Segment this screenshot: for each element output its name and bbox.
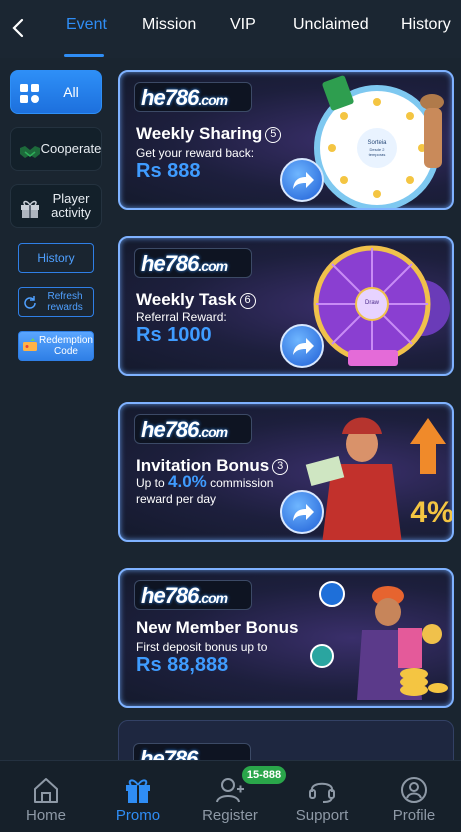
- brand-logo: he786.com: [134, 248, 252, 278]
- go-arrow-button[interactable]: [280, 158, 324, 202]
- draw-label: Draw: [365, 300, 380, 306]
- art-percent-text: 4%: [410, 496, 452, 529]
- refresh-rewards-label: Refresh rewards: [47, 291, 83, 313]
- promo-title-text: Weekly Task: [136, 290, 237, 309]
- promo-amount: Rs 88,888: [136, 654, 229, 676]
- tab-history[interactable]: History: [401, 16, 451, 34]
- share-arrow-icon: [293, 172, 314, 189]
- nav-profile[interactable]: Profile: [368, 761, 460, 832]
- nav-label: Support: [295, 807, 349, 824]
- brand-name: he786: [141, 85, 199, 110]
- register-bonus-badge: 15-888: [242, 766, 286, 784]
- gift-icon: [126, 779, 150, 803]
- promo-amount: Rs 1000: [136, 324, 212, 346]
- tab-vip[interactable]: VIP: [230, 16, 256, 34]
- promo-title-text: Weekly Sharing: [136, 124, 263, 143]
- brand-suffix: .com: [198, 258, 228, 274]
- subtitle-prefix: Up to: [136, 476, 169, 490]
- promo-amount: Rs 888: [136, 160, 201, 182]
- nav-label: Promo: [115, 807, 161, 824]
- nav-label: Register: [202, 807, 258, 824]
- profile-icon: [401, 777, 427, 803]
- brand-name: he786: [141, 583, 199, 608]
- promo-subtitle: Referral Reward:: [136, 310, 227, 324]
- brand-logo: he786.com: [134, 414, 252, 444]
- wheel-label-1: Sorteia: [367, 140, 387, 146]
- bottom-navigation: Home Promo Register Support Profile: [0, 760, 461, 832]
- promo-subtitle: Get your reward back:: [136, 146, 255, 160]
- brand-name: he786: [141, 251, 199, 276]
- share-arrow-icon: [293, 504, 314, 521]
- headset-icon: [309, 782, 335, 803]
- brand-suffix: .com: [198, 424, 228, 440]
- tab-mission[interactable]: Mission: [142, 16, 196, 34]
- character-illustration: 4%: [305, 417, 452, 540]
- category-cooperate[interactable]: Cooperate: [10, 127, 102, 171]
- brand-logo: he786.com: [134, 580, 252, 610]
- promo-title: New Member Bonus: [136, 618, 299, 637]
- refresh-rewards-button[interactable]: Refresh rewards: [18, 287, 94, 317]
- promo-number-badge: 3: [272, 459, 289, 475]
- redemption-code-label: Redemption Code: [39, 335, 93, 357]
- nav-label: Profile: [392, 807, 436, 824]
- brand-logo: he786.com: [134, 82, 252, 112]
- gift-icon: [21, 200, 39, 218]
- nav-support[interactable]: Support: [276, 761, 368, 832]
- brand-name: he786: [141, 417, 199, 442]
- promo-card-invitation-bonus[interactable]: he786.com Invitation Bonus 3 Up to 4.0% c…: [118, 402, 454, 542]
- promo-number-badge: 6: [239, 293, 256, 309]
- share-arrow-icon: [293, 338, 314, 355]
- go-arrow-button[interactable]: [280, 324, 324, 368]
- brand-suffix: .com: [198, 590, 228, 606]
- tab-unclaimed[interactable]: Unclaimed: [293, 16, 369, 34]
- category-all[interactable]: All: [10, 70, 102, 114]
- category-label: Cooperate: [40, 141, 102, 156]
- promo-number-badge: 5: [265, 127, 282, 143]
- promo-subtitle-2: reward per day: [136, 492, 217, 506]
- promo-subtitle: Up to 4.0% commission: [136, 472, 274, 491]
- handshake-icon: [20, 146, 40, 158]
- tab-event[interactable]: Event: [66, 16, 107, 34]
- subtitle-suffix: commission: [206, 476, 274, 490]
- promo-card-weekly-sharing[interactable]: he786.com Weekly Sharing 5 Get your rewar…: [118, 70, 454, 210]
- refresh-icon: [24, 296, 36, 309]
- active-tab-indicator: [64, 54, 104, 57]
- nav-promo[interactable]: Promo: [92, 761, 184, 832]
- category-player-activity[interactable]: Player activity: [10, 184, 102, 228]
- apps-grid-icon: [20, 84, 39, 103]
- promo-card-weekly-task[interactable]: he786.com Weekly Task 6 Referral Reward: …: [118, 236, 454, 376]
- go-arrow-button[interactable]: [280, 490, 324, 534]
- prize-wheel-illustration: Sorteia Desde 2 temporas: [314, 75, 444, 208]
- top-tab-bar: Event Mission VIP Unclaimed History: [0, 0, 461, 58]
- character-illustration: [310, 581, 448, 700]
- redemption-code-button[interactable]: Redemption Code: [18, 331, 94, 361]
- category-label: All: [63, 84, 79, 100]
- promo-title: Weekly Task 6: [136, 290, 256, 310]
- nav-label: Home: [25, 807, 66, 824]
- promo-subtitle: First deposit bonus up to: [136, 640, 268, 654]
- history-button[interactable]: History: [18, 243, 94, 273]
- nav-home[interactable]: Home: [0, 761, 92, 832]
- home-icon: [34, 778, 58, 803]
- category-label: Player activity: [51, 191, 91, 220]
- prize-wheel-illustration: Draw: [313, 245, 450, 366]
- wheel-label-3: temporas: [369, 152, 386, 157]
- promo-title: Weekly Sharing 5: [136, 124, 282, 144]
- coupon-icon: [23, 338, 37, 351]
- promo-title: Invitation Bonus 3: [136, 456, 289, 476]
- back-arrow-icon[interactable]: [8, 14, 30, 42]
- brand-suffix: .com: [198, 92, 228, 108]
- add-user-icon: [216, 778, 244, 803]
- promo-card-new-member-bonus[interactable]: he786.com New Member Bonus First deposit…: [118, 568, 454, 708]
- commission-rate: 4.0%: [168, 472, 207, 491]
